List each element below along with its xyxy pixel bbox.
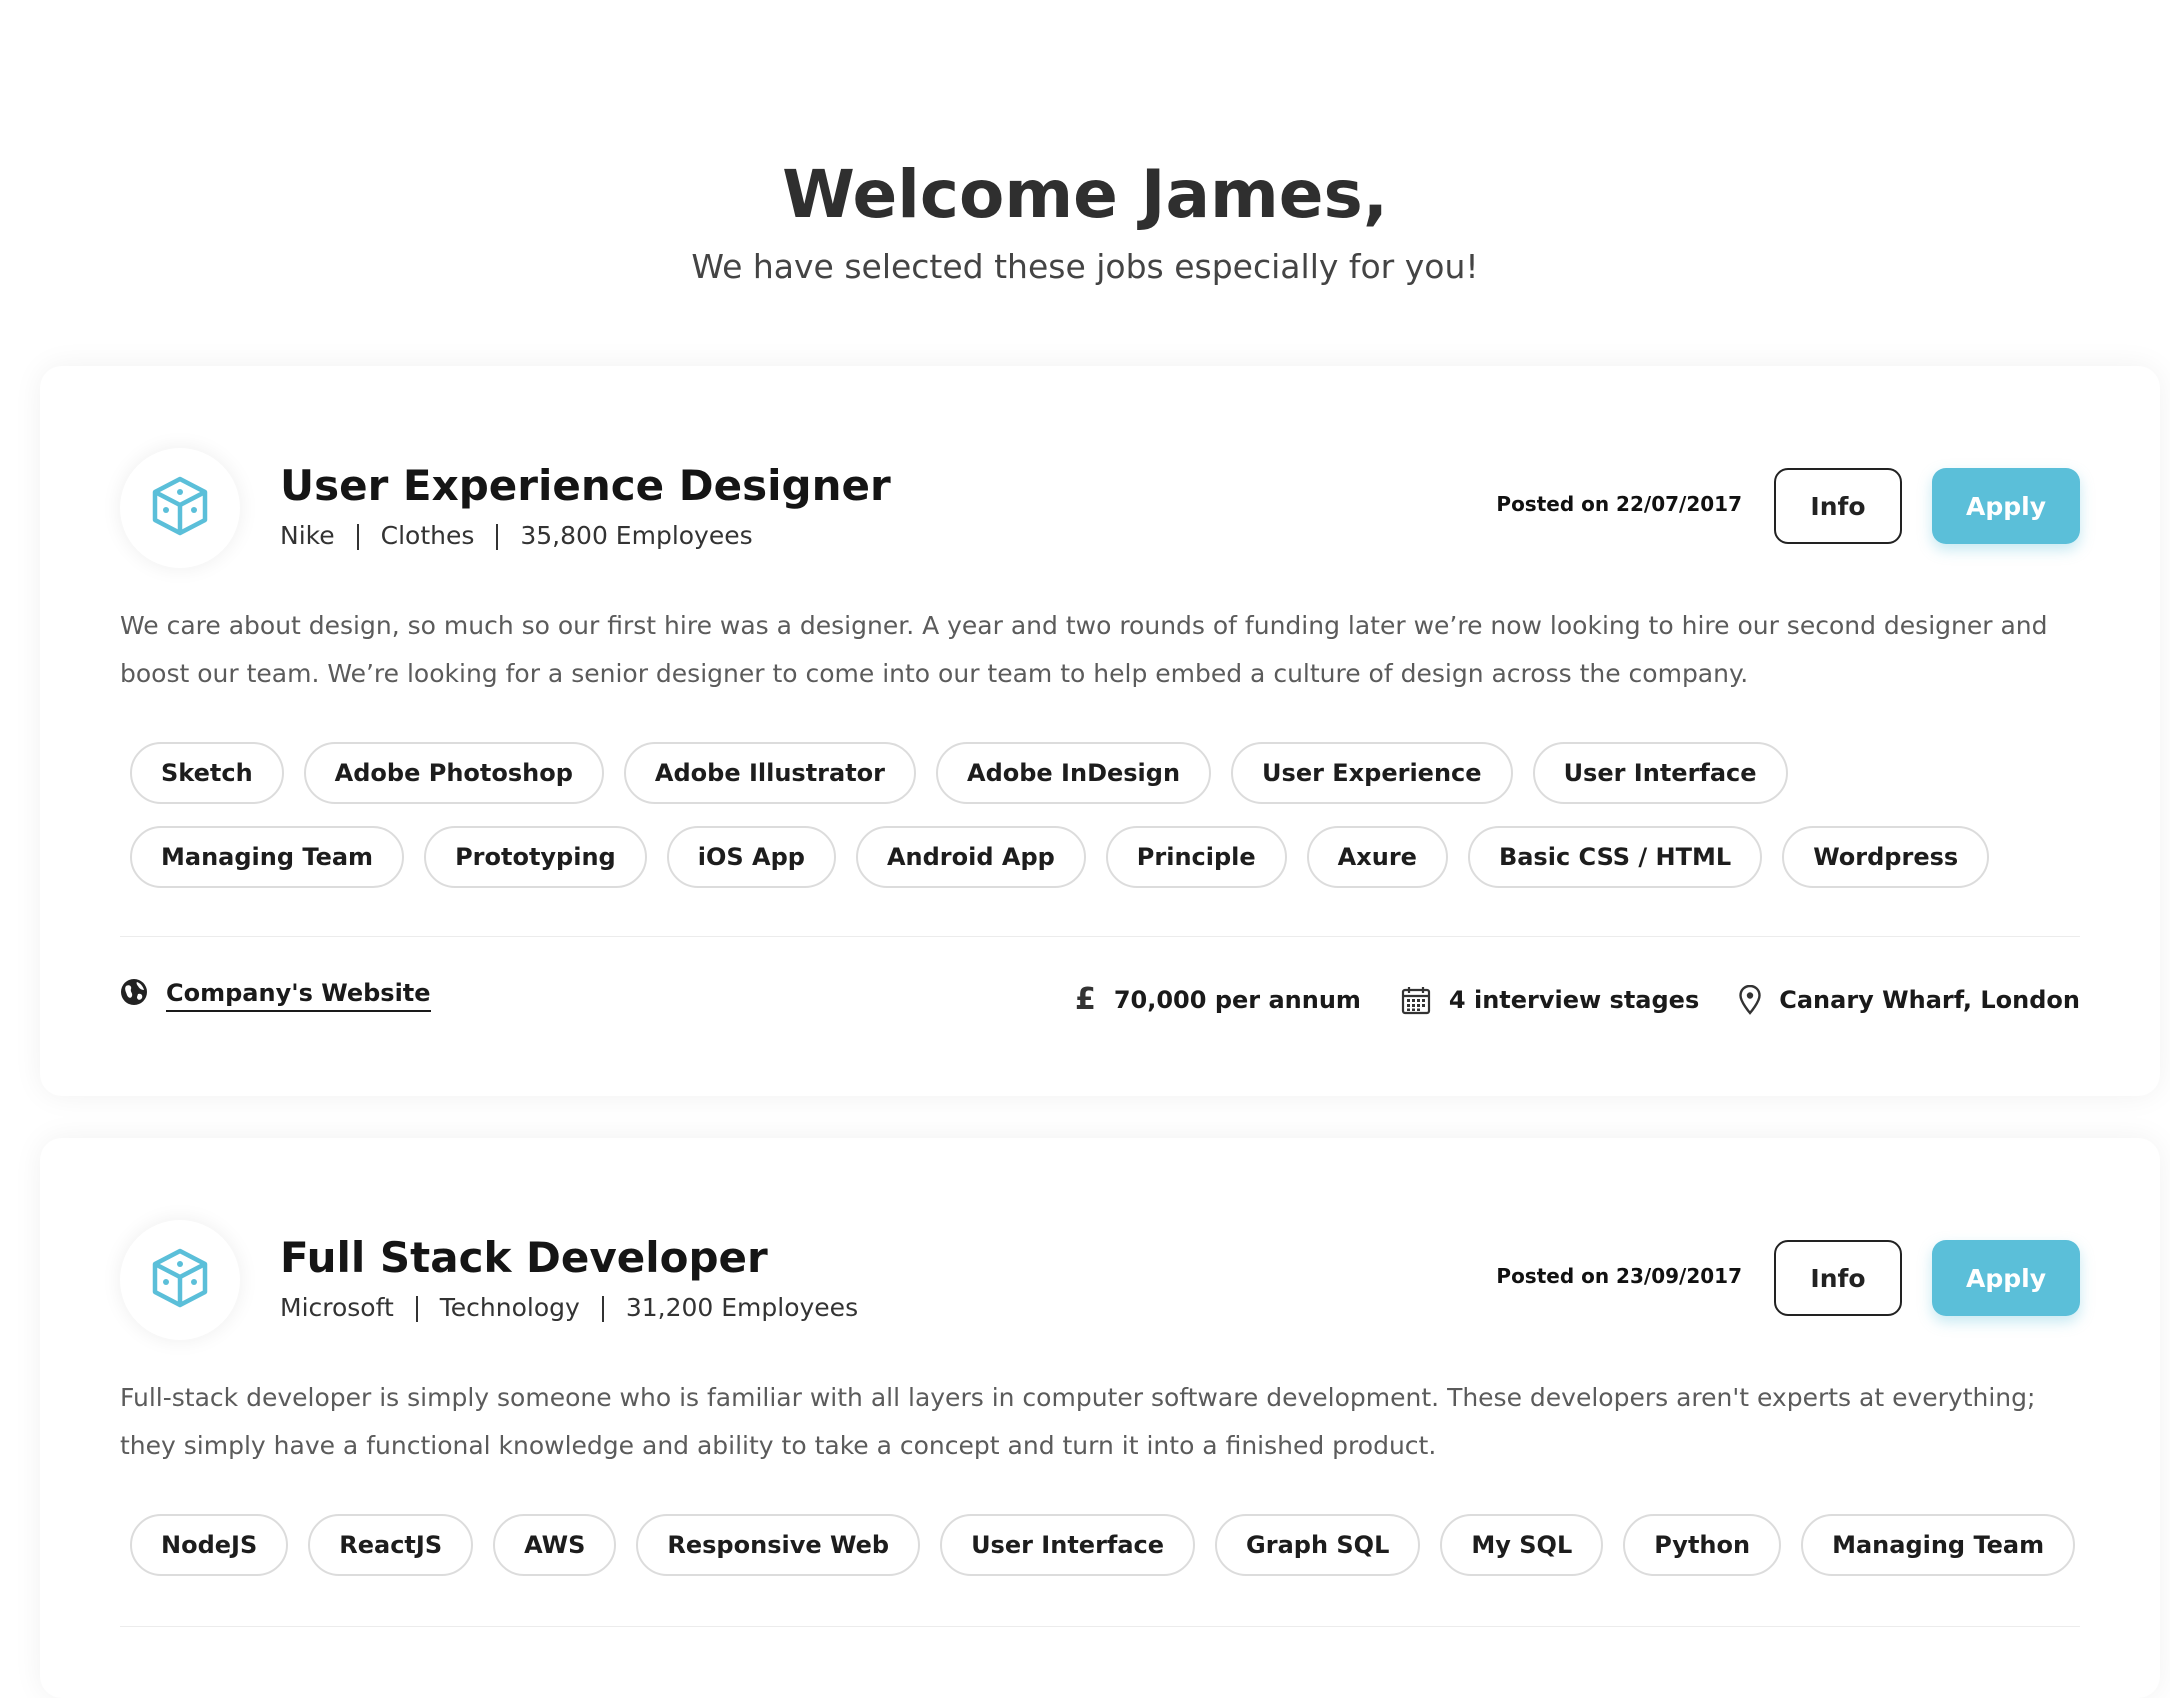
skill-tag[interactable]: Prototyping: [424, 826, 647, 888]
company-name: Microsoft: [280, 1293, 394, 1322]
skill-tag[interactable]: Adobe Photoshop: [303, 742, 604, 804]
apply-button[interactable]: Apply: [1932, 468, 2080, 544]
card-divider: [120, 1626, 2080, 1627]
card-divider: [120, 936, 2080, 937]
pound-icon: £: [1074, 982, 1096, 1017]
company-logo: [120, 448, 240, 568]
skill-tag[interactable]: Sketch: [130, 742, 284, 804]
skill-tags: Sketch Adobe Photoshop Adobe Illustrator…: [130, 742, 2080, 888]
skill-tag[interactable]: Principle: [1105, 826, 1287, 888]
job-facts: £ 70,000 per annum 4 interview stages Ca…: [1035, 982, 2080, 1017]
skill-tag[interactable]: User Experience: [1231, 742, 1513, 804]
interview-stages-text: 4 interview stages: [1448, 985, 1700, 1014]
job-title: User Experience Designer: [280, 461, 891, 510]
skill-tag[interactable]: User Interface: [1532, 742, 1788, 804]
skill-tag[interactable]: Wordpress: [1782, 826, 1990, 888]
globe-icon: [120, 978, 148, 1012]
job-meta: Nike Clothes 35,800 Employees: [280, 518, 753, 554]
skill-tag[interactable]: Graph SQL: [1215, 1514, 1421, 1576]
meta-divider: [415, 1296, 418, 1322]
company-employees: 35,800 Employees: [520, 521, 753, 550]
job-card: Full Stack Developer Microsoft Technology…: [40, 1138, 2160, 1698]
company-logo: [120, 1220, 240, 1340]
company-industry: Clothes: [380, 521, 475, 550]
skill-tag[interactable]: Adobe Illustrator: [623, 742, 916, 804]
info-button[interactable]: Info: [1774, 468, 1902, 544]
job-description: Full-stack developer is simply someone w…: [120, 1383, 2036, 1460]
skill-tag[interactable]: AWS: [493, 1514, 617, 1576]
cube-icon: [148, 474, 212, 542]
skill-tag[interactable]: Basic CSS / HTML: [1467, 826, 1763, 888]
location-text: Canary Wharf, London: [1779, 985, 2080, 1014]
meta-divider: [356, 524, 359, 550]
skill-tag[interactable]: Managing Team: [1801, 1514, 2076, 1576]
info-button[interactable]: Info: [1774, 1240, 1902, 1316]
company-employees: 31,200 Employees: [625, 1293, 859, 1322]
map-pin-icon: [1739, 984, 1761, 1015]
skill-tag[interactable]: Adobe InDesign: [936, 742, 1212, 804]
skill-tag[interactable]: Python: [1623, 1514, 1782, 1576]
company-website-link[interactable]: Company's Website: [166, 979, 431, 1012]
skill-tag[interactable]: NodeJS: [130, 1514, 289, 1576]
posted-date: Posted on 23/09/2017: [1496, 1264, 1742, 1288]
skill-tags: NodeJS ReactJS AWS Responsive Web User I…: [130, 1514, 2080, 1576]
meta-divider: [496, 524, 499, 550]
location: Canary Wharf, London: [1739, 984, 2080, 1015]
company-industry: Technology: [439, 1293, 580, 1322]
skill-tag[interactable]: Axure: [1306, 826, 1448, 888]
apply-button[interactable]: Apply: [1932, 1240, 2080, 1316]
company-website[interactable]: Company's Website: [120, 978, 431, 1012]
page-title: Welcome James,: [782, 156, 1388, 233]
job-meta: Microsoft Technology 31,200 Employees: [280, 1290, 858, 1326]
skill-tag[interactable]: ReactJS: [308, 1514, 474, 1576]
skill-tag[interactable]: Android App: [855, 826, 1086, 888]
interview-stages: 4 interview stages: [1401, 985, 1699, 1015]
meta-divider: [601, 1296, 604, 1322]
skill-tag[interactable]: Responsive Web: [636, 1514, 921, 1576]
cube-icon: [148, 1246, 212, 1314]
salary-text: 70,000 per annum: [1113, 985, 1361, 1014]
skill-tag[interactable]: iOS App: [666, 826, 836, 888]
posted-date: Posted on 22/07/2017: [1496, 492, 1742, 516]
job-title: Full Stack Developer: [280, 1233, 768, 1282]
skill-tag[interactable]: User Interface: [940, 1514, 1196, 1576]
skill-tag[interactable]: My SQL: [1440, 1514, 1604, 1576]
company-name: Nike: [280, 521, 335, 550]
salary: £ 70,000 per annum: [1075, 982, 1361, 1017]
job-description: We care about design, so much so our fir…: [120, 611, 2048, 688]
calendar-icon: [1401, 985, 1431, 1015]
page-subtitle: We have selected these jobs especially f…: [691, 247, 1479, 286]
job-footer: Company's Website £ 70,000 per annum 4 i…: [120, 978, 2080, 1028]
skill-tag[interactable]: Managing Team: [130, 826, 405, 888]
job-card: User Experience Designer Nike Clothes 35,8…: [40, 366, 2160, 1096]
